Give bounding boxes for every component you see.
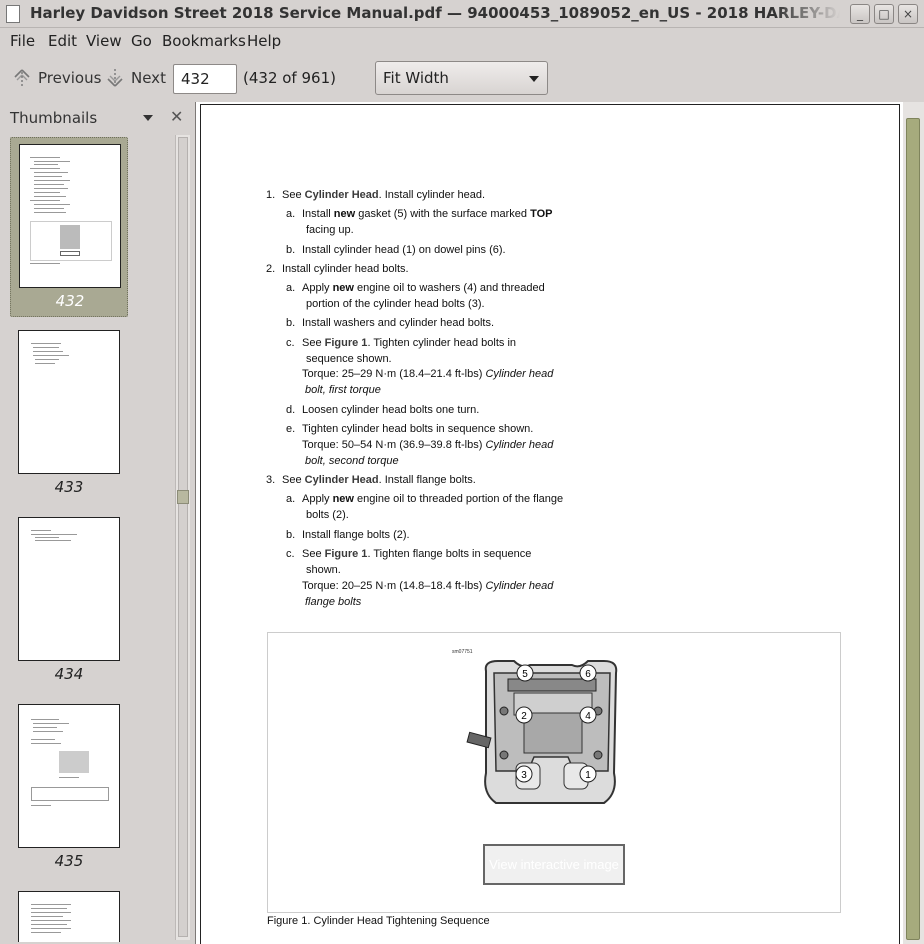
svg-text:2: 2: [521, 711, 527, 722]
close-button[interactable]: ×: [898, 4, 918, 24]
svg-text:3: 3: [521, 770, 527, 781]
document-app-icon: [6, 5, 20, 23]
thumbnail-435[interactable]: 435: [10, 698, 128, 878]
svg-text:4: 4: [585, 711, 591, 722]
menu-file[interactable]: File: [10, 32, 35, 50]
menu-edit[interactable]: Edit: [48, 32, 77, 50]
document-scroll-thumb[interactable]: [906, 118, 920, 940]
maximize-button[interactable]: □: [874, 4, 894, 24]
thumbnail-scroll-trough: [178, 137, 188, 937]
thumbnail-page: [18, 891, 120, 942]
callout-2: 2: [515, 706, 533, 724]
thumbnail-number: 435: [54, 852, 84, 870]
toolbar: Previous Next (432 of 961) Fit Width: [0, 54, 924, 102]
figure-1-link[interactable]: Figure 1: [325, 337, 368, 349]
document-page: 1. See Cylinder Head. Install cylinder h…: [200, 104, 900, 944]
menu-bookmarks[interactable]: Bookmarks: [162, 32, 246, 50]
thumbnail-page: [18, 517, 120, 661]
zoom-select[interactable]: Fit Width: [375, 61, 548, 95]
menu-view[interactable]: View: [86, 32, 122, 50]
window-title: Harley Davidson Street 2018 Service Manu…: [30, 4, 840, 22]
figure-1: sm07751 5 6 2 4 3 1 View interactive ima…: [267, 632, 841, 913]
step-text: See Cylinder Head. Install cylinder head…: [282, 189, 485, 201]
minimize-button[interactable]: _: [850, 4, 870, 24]
zoom-value: Fit Width: [383, 69, 449, 87]
sidebar-title: Thumbnails: [10, 109, 98, 127]
previous-icon: [14, 69, 30, 87]
thumbnail-scrollbar[interactable]: [175, 135, 190, 940]
thumbnail-number: 433: [54, 478, 84, 496]
svg-text:1: 1: [585, 770, 591, 781]
sidebar-close-icon[interactable]: ✕: [170, 107, 183, 126]
step-number: 1.: [266, 189, 276, 201]
menu-bar: File Edit View Go Bookmarks Help: [0, 28, 924, 54]
cylinder-head-link[interactable]: Cylinder Head: [305, 189, 379, 201]
thumbnail-scroll-thumb[interactable]: [177, 490, 189, 504]
next-icon: [107, 69, 123, 87]
callout-6: 6: [579, 664, 597, 682]
torque-2c: Torque: 25–29 N·m (18.4–21.4 ft-lbs) Cyl…: [302, 368, 554, 396]
document-view: 1. See Cylinder Head. Install cylinder h…: [195, 102, 903, 944]
figure-1-link[interactable]: Figure 1: [325, 548, 368, 560]
callout-4: 4: [579, 706, 597, 724]
sidebar-header: Thumbnails ✕: [0, 102, 192, 134]
thumbnail-number: 434: [54, 665, 84, 683]
callout-3: 3: [515, 765, 533, 783]
callout-1: 1: [579, 765, 597, 783]
svg-text:5: 5: [522, 669, 528, 680]
title-bar: Harley Davidson Street 2018 Service Manu…: [0, 0, 924, 28]
thumbnail-432[interactable]: 432: [10, 137, 128, 317]
sidebar-dropdown-icon[interactable]: [143, 115, 153, 121]
cylinder-head-link[interactable]: Cylinder Head: [305, 474, 379, 486]
previous-button[interactable]: Previous: [12, 64, 101, 92]
thumbnail-436-partial[interactable]: [10, 885, 128, 942]
menu-help[interactable]: Help: [247, 32, 281, 50]
document-scrollbar[interactable]: [903, 102, 924, 944]
thumbnail-number: 432: [55, 292, 85, 310]
thumbnail-433[interactable]: 433: [10, 324, 128, 504]
sidebar: Thumbnails ✕ 432 433 434 435: [0, 102, 192, 944]
figure-caption: Figure 1. Cylinder Head Tightening Seque…: [267, 915, 490, 927]
callouts: 5 6 2 4 3 1: [515, 664, 597, 783]
thumbnail-page: [18, 330, 120, 474]
page-number-input[interactable]: [173, 64, 237, 94]
previous-label: Previous: [38, 69, 102, 87]
thumbnail-page: [19, 144, 121, 288]
next-button[interactable]: Next: [105, 64, 166, 92]
svg-text:6: 6: [585, 669, 591, 680]
torque-3c: Torque: 20–25 N·m (14.8–18.4 ft-lbs) Cyl…: [302, 580, 554, 608]
page-count: (432 of 961): [243, 69, 336, 87]
thumbnail-434[interactable]: 434: [10, 511, 128, 691]
thumbnail-page: [18, 704, 120, 848]
next-label: Next: [131, 69, 166, 87]
torque-2e: Torque: 50–54 N·m (36.9–39.8 ft-lbs) Cyl…: [302, 439, 554, 467]
chevron-down-icon: [529, 76, 539, 82]
callout-5: 5: [516, 664, 534, 682]
menu-go[interactable]: Go: [131, 32, 152, 50]
view-interactive-image-button[interactable]: View interactive image: [483, 844, 625, 885]
thumbnail-list: 432 433 434 435: [0, 134, 176, 942]
